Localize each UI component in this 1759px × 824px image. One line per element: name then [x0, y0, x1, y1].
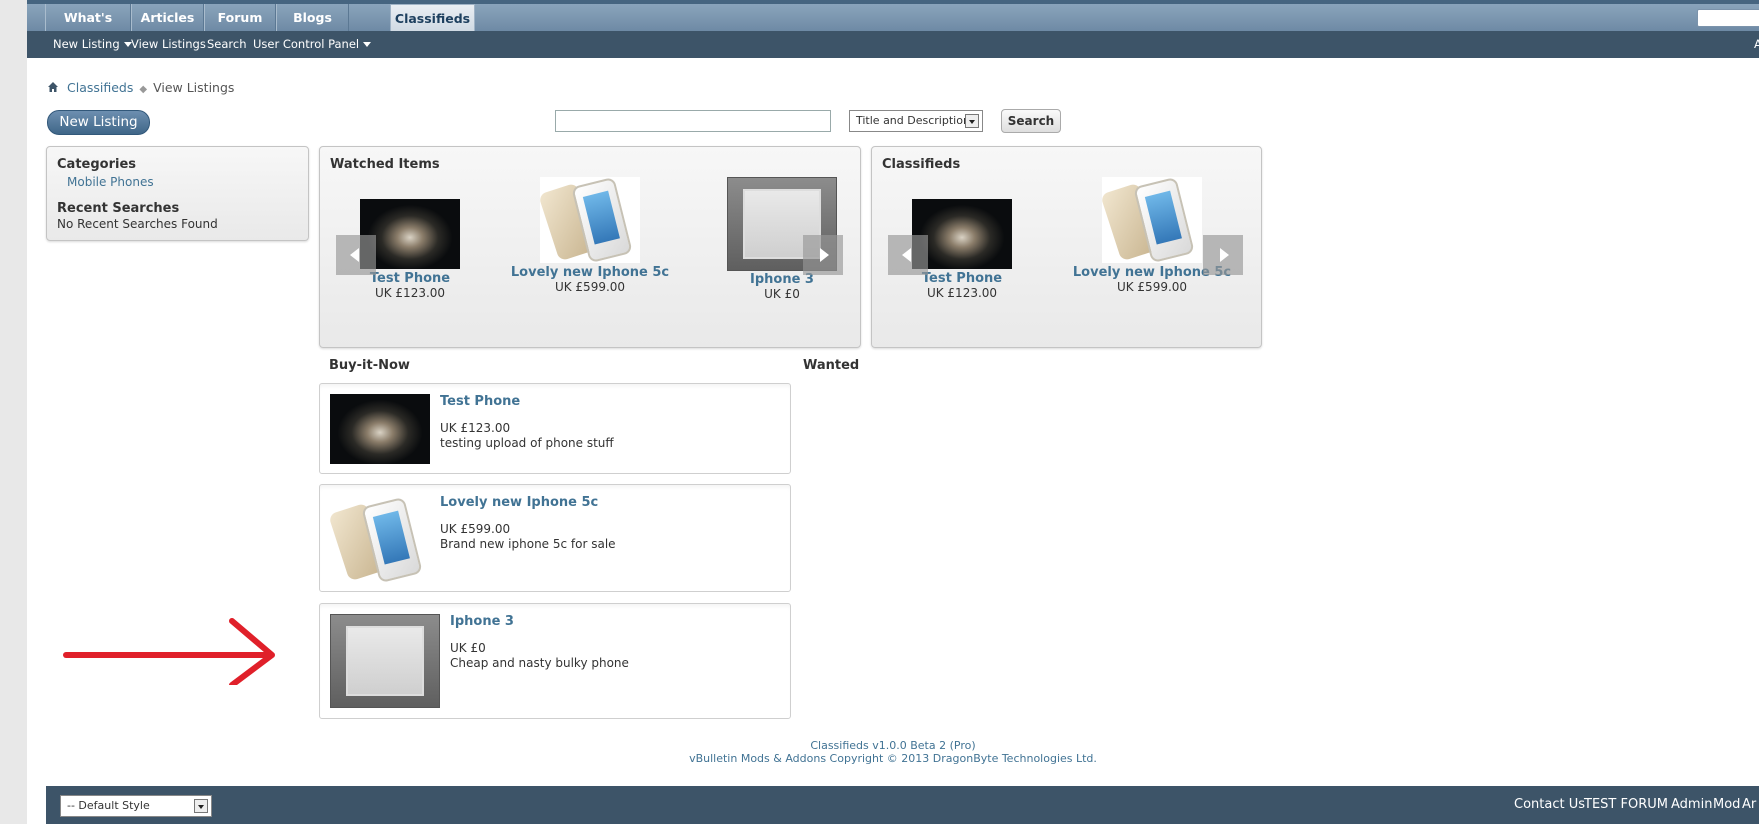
- search-input[interactable]: [555, 110, 831, 132]
- quick-search-input[interactable]: [1697, 9, 1759, 27]
- page: What's New? Articles Forum Blogs Classif…: [27, 0, 1759, 824]
- listing-price: UK £599.00: [440, 522, 511, 536]
- item-price: UK £599.00: [1116, 280, 1188, 294]
- listing-price: UK £0: [450, 641, 486, 655]
- listing-thumbnail[interactable]: [330, 394, 430, 464]
- breadcrumb-classifieds[interactable]: Classifieds: [67, 80, 133, 95]
- listing-description: testing upload of phone stuff: [440, 436, 614, 450]
- categories-title: Categories: [57, 157, 137, 172]
- listing-description: Brand new iphone 5c for sale: [440, 537, 616, 551]
- search-button[interactable]: Search: [1001, 109, 1061, 133]
- listing-thumbnail[interactable]: [1102, 177, 1202, 263]
- listing-description: Cheap and nasty bulky phone: [450, 656, 629, 670]
- classifieds-panel: Classifieds Test Phone UK £123.00 Lovely…: [871, 146, 1262, 348]
- search-scope-value: Title and Descriptions: [856, 114, 976, 127]
- subnav-ucp-label: User Control Panel: [253, 37, 360, 51]
- footer-contact-us[interactable]: Contact Us: [1514, 786, 1585, 824]
- subnav-new-listing[interactable]: New Listing: [53, 31, 132, 58]
- item-title[interactable]: Lovely new Iphone 5c: [500, 265, 680, 280]
- listing-price: UK £123.00: [440, 421, 511, 435]
- annotation-arrow-icon: [63, 618, 275, 685]
- listing-thumbnail[interactable]: [540, 177, 640, 263]
- carousel-next-arrow-icon[interactable]: [1203, 235, 1243, 275]
- footer-version[interactable]: Classifieds v1.0.0 Beta 2 (Pro): [27, 739, 1759, 752]
- classifieds-title: Classifieds: [882, 157, 961, 172]
- sub-navigation: New Listing View Listings Search User Co…: [27, 31, 1759, 58]
- item-price: UK £599.00: [554, 280, 626, 294]
- tab-blogs[interactable]: Blogs: [276, 4, 349, 31]
- chevron-down-icon: [363, 42, 372, 47]
- watched-items-panel: Watched Items Test Phone UK £123.00 Love…: [319, 146, 861, 348]
- category-mobile-phones[interactable]: Mobile Phones: [67, 175, 154, 189]
- breadcrumb-separator-icon: ◆: [139, 84, 148, 95]
- tab-classifieds[interactable]: Classifieds: [390, 4, 475, 32]
- subnav-right-link[interactable]: Ad: [1754, 31, 1759, 58]
- nav-tabs: What's New? Articles Forum Blogs Classif…: [27, 0, 1759, 52]
- new-listing-button[interactable]: New Listing: [47, 110, 150, 135]
- carousel-next-arrow-icon[interactable]: [803, 235, 843, 275]
- search-scope-select[interactable]: Title and Descriptions: [849, 110, 983, 132]
- listing-thumbnail[interactable]: [330, 495, 430, 583]
- watched-item[interactable]: Lovely new Iphone 5c UK £599.00: [500, 177, 680, 294]
- tab-whats-new[interactable]: What's New?: [45, 4, 131, 52]
- carousel-prev-arrow-icon[interactable]: [888, 235, 928, 275]
- recent-searches-value: No Recent Searches Found: [57, 217, 218, 231]
- listing-card[interactable]: Lovely new Iphone 5c UK £599.00 Brand ne…: [319, 484, 791, 592]
- style-select[interactable]: -- Default Style: [60, 795, 212, 817]
- footer-admin[interactable]: Admin: [1671, 786, 1712, 824]
- breadcrumb-current: View Listings: [153, 80, 235, 95]
- listing-card[interactable]: Iphone 3 UK £0 Cheap and nasty bulky pho…: [319, 603, 791, 719]
- chevron-down-icon: [194, 799, 208, 813]
- item-price: UK £0: [764, 287, 800, 301]
- style-select-value: -- Default Style: [67, 799, 150, 812]
- item-price: UK £123.00: [926, 286, 998, 300]
- top-navigation: What's New? Articles Forum Blogs Classif…: [27, 0, 1759, 58]
- footer-bar: -- Default Style Contact Us TEST FORUM A…: [46, 786, 1759, 824]
- buy-it-now-heading: Buy-it-Now: [329, 358, 410, 373]
- footer-archive[interactable]: Ar: [1742, 786, 1756, 824]
- subnav-new-listing-label: New Listing: [53, 37, 120, 51]
- footer-mod[interactable]: Mod: [1713, 786, 1740, 824]
- watched-items-title: Watched Items: [330, 157, 440, 172]
- subnav-view-listings[interactable]: View Listings: [131, 31, 206, 58]
- item-price: UK £123.00: [374, 286, 446, 300]
- tab-forum[interactable]: Forum: [204, 4, 276, 31]
- no-image-placeholder[interactable]: [330, 614, 440, 708]
- footer-copyright[interactable]: vBulletin Mods & Addons Copyright © 2013…: [27, 752, 1759, 765]
- subnav-user-control-panel[interactable]: User Control Panel: [253, 31, 372, 58]
- chevron-down-icon: [965, 114, 979, 128]
- footer-test-forum[interactable]: TEST FORUM: [1584, 786, 1668, 824]
- subnav-search[interactable]: Search: [207, 31, 247, 58]
- carousel-prev-arrow-icon[interactable]: [336, 235, 376, 275]
- listing-card[interactable]: Test Phone UK £123.00 testing upload of …: [319, 383, 791, 474]
- breadcrumb: Classifieds ◆ View Listings: [47, 80, 234, 95]
- listing-title[interactable]: Iphone 3: [450, 614, 514, 629]
- tab-articles[interactable]: Articles: [131, 4, 204, 31]
- listing-title[interactable]: Test Phone: [440, 394, 520, 409]
- sidebar-panel: Categories Mobile Phones Recent Searches…: [46, 146, 309, 241]
- home-icon[interactable]: [47, 81, 59, 93]
- recent-searches-title: Recent Searches: [57, 201, 180, 216]
- listing-title[interactable]: Lovely new Iphone 5c: [440, 495, 598, 510]
- wanted-heading: Wanted: [803, 358, 860, 373]
